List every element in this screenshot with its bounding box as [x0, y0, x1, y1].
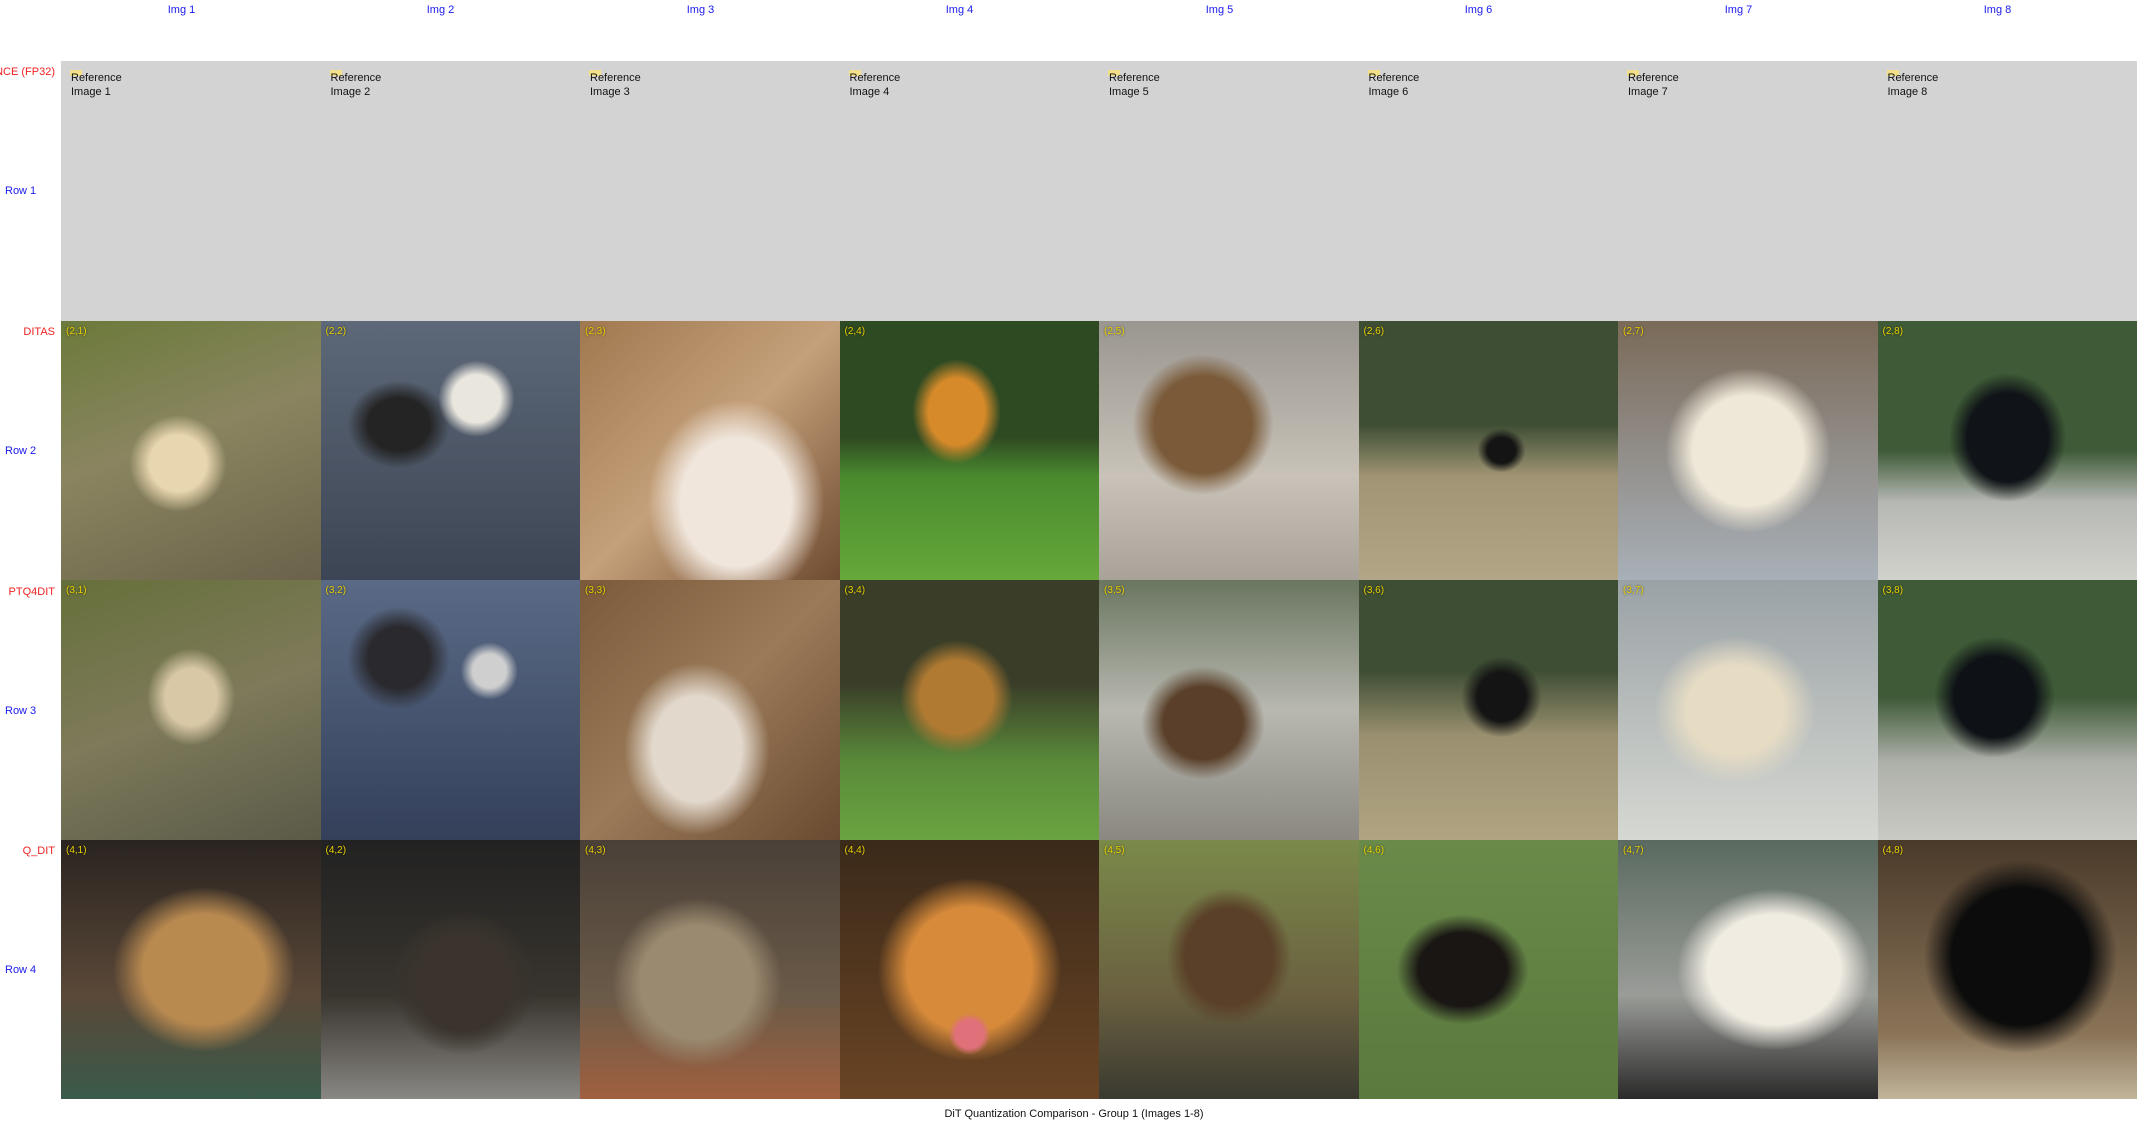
image-cell-4-3: (4,3) [580, 839, 840, 1099]
reference-cell-5: Reference Image 5 [1099, 61, 1359, 321]
reference-label: Reference Image 2 [330, 72, 382, 98]
cell-coordinate: (3,3) [585, 585, 606, 596]
image-cell-2-2: (2,2) [320, 320, 580, 580]
image-cell-2-8: (2,8) [1877, 320, 2137, 580]
cell-coordinate: (3,8) [1882, 585, 1904, 596]
cell-coordinate: (4,6) [1363, 844, 1385, 856]
image-cell-2-3: (2,3) [580, 320, 840, 580]
reference-label: Reference Image 8 [1887, 72, 1939, 98]
cell-coordinate: (2,6) [1363, 325, 1385, 337]
column-header-2: Img 2 [426, 4, 455, 16]
image-cell-3-6: (3,6) [1358, 580, 1618, 840]
cell-coordinate: (2,5) [1104, 325, 1125, 337]
image-cell-3-7: (3,7) [1618, 580, 1878, 840]
image-grid: Reference Image 1 Reference Image 2 Refe… [61, 61, 2137, 1099]
column-header-7: Img 7 [1724, 4, 1753, 16]
reference-label: Reference Image 5 [1109, 72, 1160, 98]
reference-cell-6: Reference Image 6 [1358, 61, 1618, 321]
cell-coordinate: (2,4) [844, 325, 866, 337]
column-header-1: Img 1 [167, 4, 196, 16]
row-label-4: Row 4 [5, 964, 37, 976]
image-cell-3-2: (3,2) [320, 580, 580, 840]
reference-label: Reference Image 7 [1628, 72, 1679, 98]
image-cell-4-1: (4,1) [61, 839, 321, 1099]
image-cell-3-1: (3,1) [61, 580, 321, 840]
image-cell-4-2: (4,2) [320, 839, 580, 1099]
cell-coordinate: (4,1) [66, 844, 87, 856]
image-cell-4-6: (4,6) [1358, 839, 1618, 1099]
cell-coordinate: (2,2) [325, 325, 347, 337]
reference-label: Reference Image 1 [71, 72, 122, 98]
reference-cell-7: Reference Image 7 [1618, 61, 1878, 321]
image-cell-2-7: (2,7) [1618, 320, 1878, 580]
cell-coordinate: (2,3) [585, 325, 606, 337]
column-header-3: Img 3 [686, 4, 715, 16]
column-header-8: Img 8 [1983, 4, 2012, 16]
cell-coordinate: (2,7) [1623, 325, 1644, 337]
image-cell-4-4: (4,4) [839, 839, 1099, 1099]
row-label-3: Row 3 [5, 705, 37, 717]
image-cell-4-7: (4,7) [1618, 839, 1878, 1099]
image-cell-3-8: (3,8) [1877, 580, 2137, 840]
image-cell-3-3: (3,3) [580, 580, 840, 840]
reference-cell-3: Reference Image 3 [580, 61, 840, 321]
image-cell-4-5: (4,5) [1099, 839, 1359, 1099]
column-header-4: Img 4 [945, 4, 974, 16]
row-method-2: DITAS [23, 326, 55, 338]
cell-coordinate: (3,2) [325, 585, 347, 596]
cell-coordinate: (4,4) [844, 844, 866, 856]
image-cell-4-8: (4,8) [1877, 839, 2137, 1099]
row-label-2: Row 2 [5, 445, 37, 457]
image-cell-3-4: (3,4) [839, 580, 1099, 840]
image-cell-2-1: (2,1) [61, 320, 321, 580]
reference-label: Reference Image 3 [590, 72, 641, 98]
cell-coordinate: (3,1) [66, 585, 87, 596]
cell-coordinate: (3,7) [1623, 585, 1644, 596]
reference-label: Reference Image 4 [849, 72, 901, 98]
figure-caption: DiT Quantization Comparison - Group 1 (I… [944, 1108, 1204, 1120]
image-cell-3-5: (3,5) [1099, 580, 1359, 840]
image-cell-2-4: (2,4) [839, 320, 1099, 580]
column-header-6: Img 6 [1464, 4, 1493, 16]
column-header-5: Img 5 [1205, 4, 1234, 16]
reference-label: Reference Image 6 [1368, 72, 1420, 98]
image-cell-2-6: (2,6) [1358, 320, 1618, 580]
row-method-4: Q_DIT [22, 845, 55, 857]
cell-coordinate: (4,3) [585, 844, 606, 856]
cell-coordinate: (4,7) [1623, 844, 1644, 856]
cell-coordinate: (4,2) [325, 844, 347, 856]
row-method-1: NCE (FP32) [0, 66, 55, 78]
reference-cell-8: Reference Image 8 [1877, 61, 2137, 321]
cell-coordinate: (3,6) [1363, 585, 1385, 596]
cell-coordinate: (4,8) [1882, 844, 1904, 856]
reference-cell-2: Reference Image 2 [320, 61, 580, 321]
cell-coordinate: (4,5) [1104, 844, 1125, 856]
cell-coordinate: (3,5) [1104, 585, 1125, 596]
cell-coordinate: (2,8) [1882, 325, 1904, 337]
row-label-1: Row 1 [5, 185, 37, 197]
row-method-3: PTQ4DIT [8, 586, 55, 598]
reference-cell-4: Reference Image 4 [839, 61, 1099, 321]
image-cell-2-5: (2,5) [1099, 320, 1359, 580]
reference-cell-1: Reference Image 1 [61, 61, 321, 321]
cell-coordinate: (2,1) [66, 325, 87, 337]
cell-coordinate: (3,4) [844, 585, 866, 596]
